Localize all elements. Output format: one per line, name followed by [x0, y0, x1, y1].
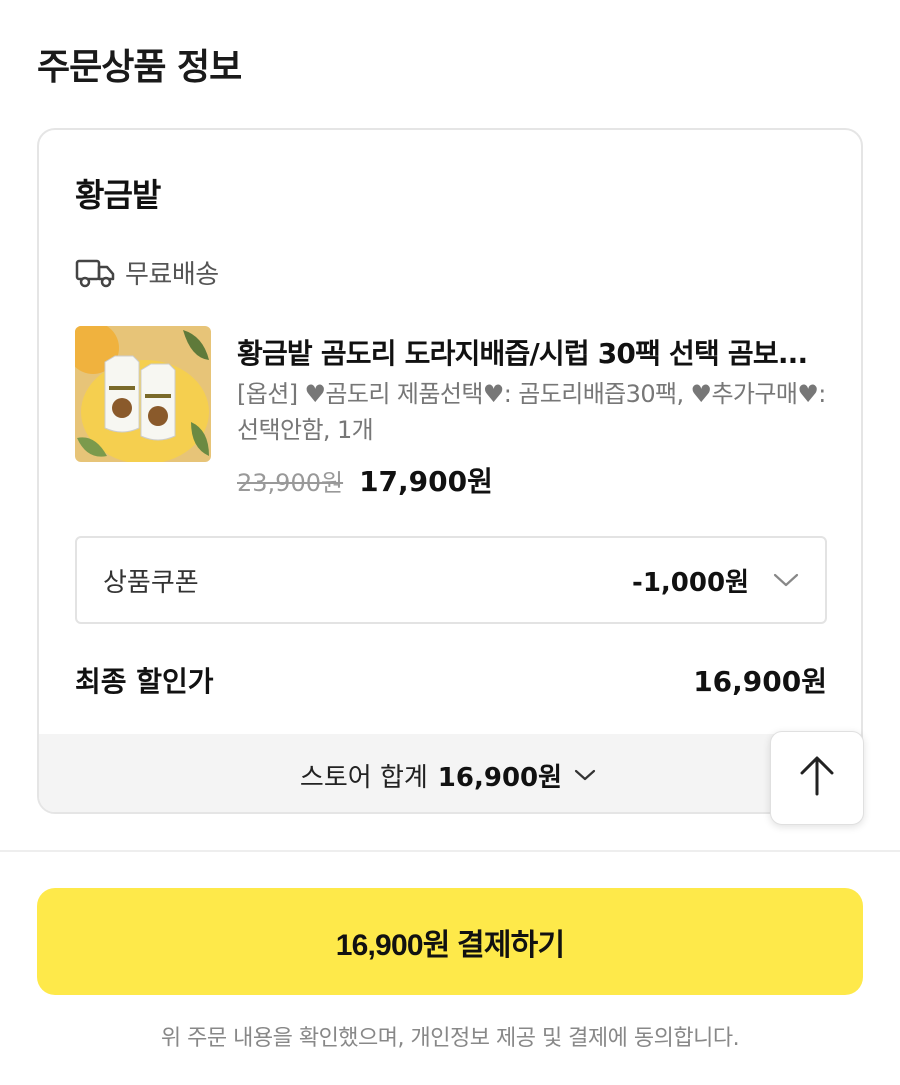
coupon-label: 상품쿠폰	[103, 567, 199, 598]
shipping-info: 무료배송	[75, 254, 219, 291]
pay-button-label: 16,900원 결제하기	[335, 928, 565, 962]
store-total-value: 16,900원	[437, 762, 563, 793]
store-total-label: 스토어 합계	[299, 762, 428, 793]
arrow-up-icon	[797, 754, 837, 802]
order-page: 주문상품 정보 황금밭 무료배송 황금밭 곰도리 도라지배즙/시럽 30팩 선택…	[0, 0, 900, 1085]
shipping-label: 무료배송	[125, 260, 219, 290]
final-price-row: 최종 할인가 16,900원	[75, 660, 827, 700]
store-total-toggle[interactable]: 스토어 합계 16,900원	[39, 734, 861, 812]
chevron-down-icon	[773, 572, 799, 588]
final-price-value: 16,900원	[693, 665, 827, 698]
product-name[interactable]: 황금밭 곰도리 도라지배즙/시럽 30팩 선택 곰보...	[237, 332, 833, 372]
chevron-down-icon	[574, 767, 600, 783]
product-option: [옵션] ♥곰도리 제품선택♥: 곰도리배즙30팩, ♥추가구매♥: 선택안함,…	[237, 380, 826, 444]
section-title: 주문상품 정보	[37, 47, 242, 88]
price-sale: 17,900원	[359, 465, 493, 498]
store-name[interactable]: 황금밭	[75, 170, 161, 216]
coupon-value: -1,000원	[632, 567, 749, 598]
product-thumbnail[interactable]	[75, 326, 211, 462]
final-price-label: 최종 할인가	[75, 665, 214, 698]
pay-button[interactable]: 16,900원 결제하기	[37, 888, 863, 995]
divider	[0, 850, 900, 852]
scroll-top-button[interactable]	[770, 731, 864, 825]
truck-icon	[75, 257, 117, 289]
price-row: 23,900원 17,900원	[237, 460, 493, 500]
order-card: 황금밭 무료배송 황금밭 곰도리 도라지배즙/시럽 30팩 선택 곰보... […	[37, 128, 863, 814]
coupon-select[interactable]: 상품쿠폰 -1,000원	[75, 536, 827, 624]
agreement-text: 위 주문 내용을 확인했으며, 개인정보 제공 및 결제에 동의합니다.	[160, 1026, 740, 1051]
price-original: 23,900원	[237, 469, 344, 497]
